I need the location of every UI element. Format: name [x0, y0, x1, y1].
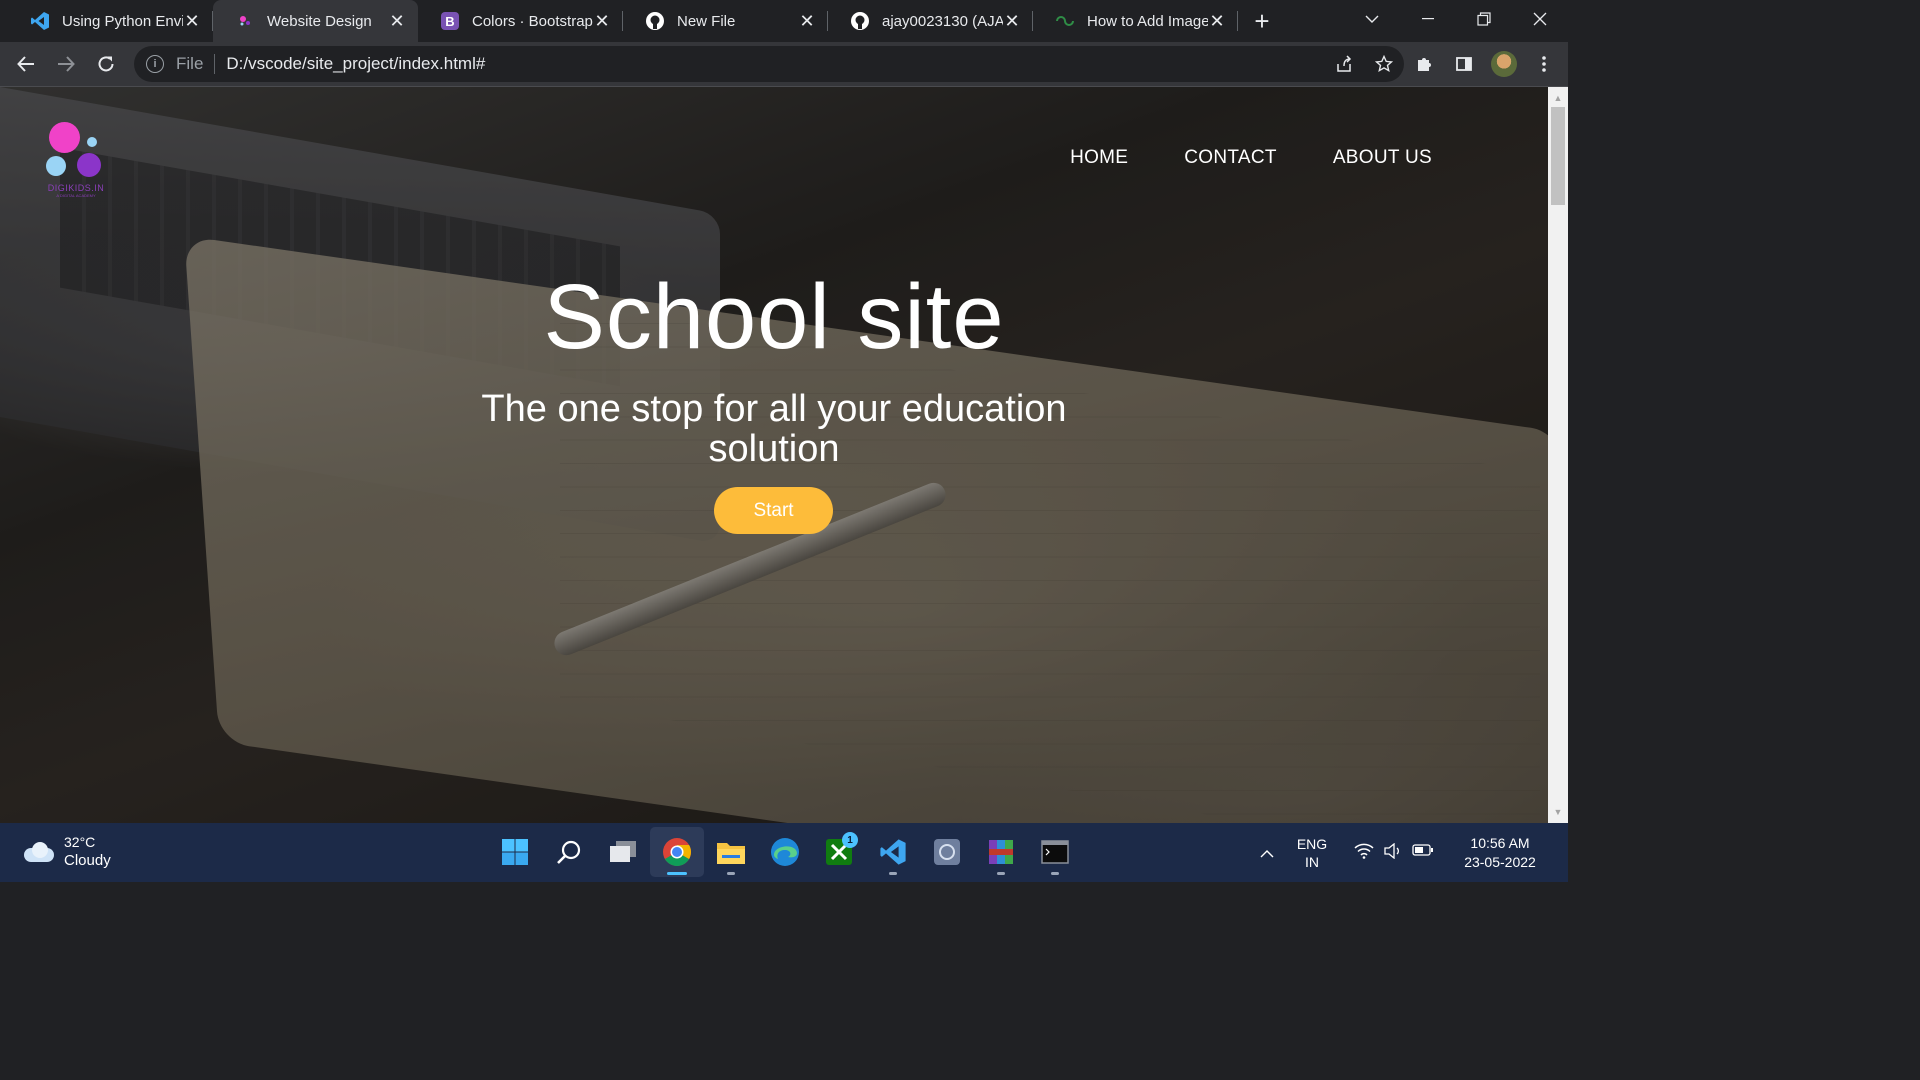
scroll-up-arrow-icon[interactable]: ▲: [1548, 89, 1568, 107]
reload-icon: [98, 56, 114, 72]
tab-add-image[interactable]: How to Add Image ✕: [1033, 0, 1238, 42]
taskbar-apps: 1: [488, 827, 1082, 877]
extensions-icon[interactable]: [1404, 44, 1444, 84]
back-button[interactable]: [6, 44, 46, 84]
close-icon[interactable]: ✕: [388, 11, 406, 31]
volume-icon: [1384, 842, 1402, 863]
logo-text: DIGIKIDS.IN: [47, 183, 105, 193]
notification-badge: 1: [842, 832, 858, 848]
site-favicon-icon: [235, 11, 255, 31]
url-text[interactable]: D:/vscode/site_project/index.html#: [226, 54, 485, 74]
hero-title: School site: [543, 266, 1005, 368]
taskbar-clock[interactable]: 10:56 AM 23-05-2022: [1446, 834, 1554, 872]
tab-title: Colors · Bootstrap: [472, 12, 593, 30]
window-close-icon[interactable]: [1512, 0, 1568, 38]
quick-settings[interactable]: [1342, 842, 1446, 863]
back-arrow-icon: [17, 56, 34, 72]
tab-website-design[interactable]: Website Design ✕: [213, 0, 418, 42]
task-view-icon[interactable]: [596, 827, 650, 877]
close-icon[interactable]: ✕: [1208, 11, 1226, 31]
profile-avatar[interactable]: [1484, 44, 1524, 84]
avatar: [1491, 51, 1517, 77]
nav-contact[interactable]: CONTACT: [1184, 147, 1277, 169]
page-scrollbar[interactable]: ▲ ▼: [1548, 87, 1568, 823]
site-logo[interactable]: DIGIKIDS.IN A DIGITAL ACADEMY: [40, 119, 112, 199]
page-viewport: DIGIKIDS.IN A DIGITAL ACADEMY HOME CONTA…: [0, 87, 1548, 823]
geeksforgeeks-icon: [1055, 11, 1075, 31]
close-icon[interactable]: ✕: [593, 11, 611, 31]
svg-text:B: B: [445, 14, 454, 29]
tab-new-file[interactable]: New File ✕: [623, 0, 828, 42]
tab-python-env[interactable]: Using Python Envir ✕: [8, 0, 213, 42]
hero-subtitle: The one stop for all your education solu…: [481, 388, 1067, 470]
tab-title: New File: [677, 12, 736, 30]
search-icon[interactable]: [542, 827, 596, 877]
tab-strip: Using Python Envir ✕ Website Design ✕ B …: [0, 0, 1568, 42]
app-icon[interactable]: [920, 827, 974, 877]
github-icon: [850, 11, 870, 31]
vscode-icon: [30, 11, 50, 31]
share-icon[interactable]: [1324, 44, 1364, 84]
scroll-down-arrow-icon[interactable]: ▼: [1548, 803, 1568, 821]
chrome-icon[interactable]: [650, 827, 704, 877]
clock-time: 10:56 AM: [1470, 834, 1530, 851]
menu-kebab-icon[interactable]: [1524, 44, 1564, 84]
tab-title: Using Python Envir: [62, 12, 183, 30]
edge-icon[interactable]: [758, 827, 812, 877]
tab-github-profile[interactable]: ajay0023130 (AJAY ✕: [828, 0, 1033, 42]
browser-toolbar: i File D:/vscode/site_project/index.html…: [0, 42, 1568, 87]
tab-title: ajay0023130 (AJAY: [882, 12, 1003, 30]
nav-home[interactable]: HOME: [1070, 147, 1128, 169]
wifi-icon: [1354, 843, 1374, 863]
close-icon[interactable]: ✕: [798, 11, 816, 31]
address-bar[interactable]: i File D:/vscode/site_project/index.html…: [134, 46, 1404, 82]
github-icon: [645, 11, 665, 31]
minimize-icon[interactable]: [1400, 0, 1456, 38]
tab-title: How to Add Image: [1087, 12, 1208, 30]
tab-title: Website Design: [267, 12, 372, 30]
info-icon[interactable]: i: [146, 55, 164, 73]
logo-tagline: A DIGITAL ACADEMY: [56, 193, 96, 198]
clock-date: 23-05-2022: [1464, 853, 1536, 870]
bootstrap-icon: B: [440, 11, 460, 31]
windows-start-icon[interactable]: [488, 827, 542, 877]
tab-search-icon[interactable]: [1344, 0, 1400, 38]
weather-condition: Cloudy: [64, 852, 111, 869]
xbox-icon[interactable]: 1: [812, 827, 866, 877]
weather-widget[interactable]: 32°C Cloudy: [24, 833, 111, 871]
close-icon[interactable]: ✕: [1003, 11, 1021, 31]
reload-button[interactable]: [86, 44, 126, 84]
show-hidden-icons-icon[interactable]: [1252, 845, 1282, 861]
forward-arrow-icon: [58, 56, 75, 72]
site-nav: HOME CONTACT ABOUT US: [1070, 147, 1432, 169]
system-tray: ENG IN 10:56 AM 23-05-2022: [1252, 823, 1568, 882]
start-button[interactable]: Start: [714, 487, 833, 534]
battery-icon: [1412, 843, 1434, 863]
new-tab-button[interactable]: +: [1244, 0, 1280, 42]
cloud-icon: [24, 842, 54, 862]
windows-taskbar: 32°C Cloudy 1 ENG IN 10:56 AM 23-05-2022: [0, 823, 1568, 882]
file-explorer-icon[interactable]: [704, 827, 758, 877]
forward-button[interactable]: [46, 44, 86, 84]
tab-bootstrap-colors[interactable]: B Colors · Bootstrap ✕: [418, 0, 623, 42]
bookmark-star-icon[interactable]: [1364, 44, 1404, 84]
url-scheme-label: File: [176, 54, 204, 73]
weather-temp: 32°C: [64, 834, 96, 850]
nav-about-us[interactable]: ABOUT US: [1333, 147, 1432, 169]
scrollbar-thumb[interactable]: [1551, 107, 1565, 205]
restore-icon[interactable]: [1456, 0, 1512, 38]
vscode-icon[interactable]: [866, 827, 920, 877]
terminal-icon[interactable]: [1028, 827, 1082, 877]
winrar-icon[interactable]: [974, 827, 1028, 877]
language-indicator[interactable]: ENG IN: [1282, 835, 1342, 871]
side-panel-icon[interactable]: [1444, 44, 1484, 84]
close-icon[interactable]: ✕: [183, 11, 201, 31]
